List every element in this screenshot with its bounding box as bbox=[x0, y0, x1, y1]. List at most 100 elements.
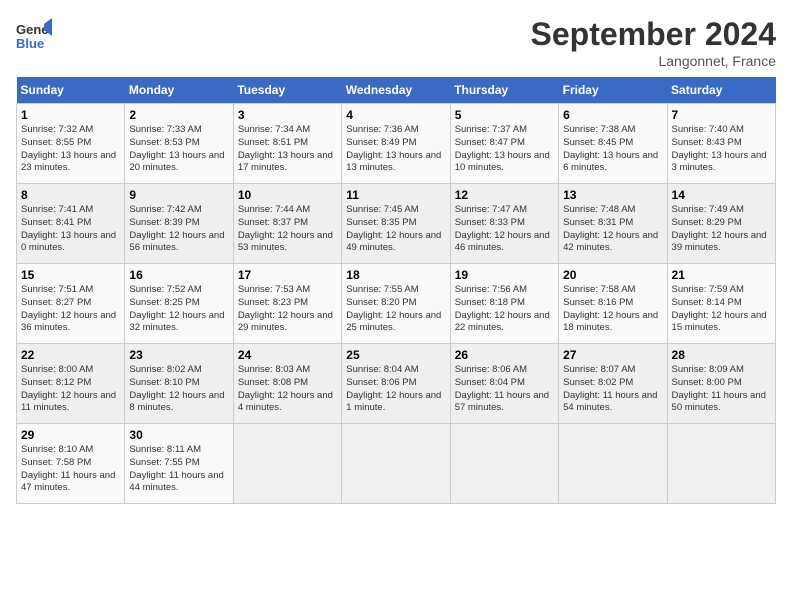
calendar-cell: 15 Sunrise: 7:51 AMSunset: 8:27 PMDaylig… bbox=[17, 264, 125, 344]
calendar-cell bbox=[667, 424, 775, 504]
svg-text:Blue: Blue bbox=[16, 36, 44, 51]
calendar-cell: 20 Sunrise: 7:58 AMSunset: 8:16 PMDaylig… bbox=[559, 264, 667, 344]
calendar-cell: 13 Sunrise: 7:48 AMSunset: 8:31 PMDaylig… bbox=[559, 184, 667, 264]
calendar-cell: 18 Sunrise: 7:55 AMSunset: 8:20 PMDaylig… bbox=[342, 264, 450, 344]
day-info: Sunrise: 7:45 AMSunset: 8:35 PMDaylight:… bbox=[346, 204, 445, 255]
day-info: Sunrise: 7:55 AMSunset: 8:20 PMDaylight:… bbox=[346, 284, 445, 335]
calendar-cell: 2 Sunrise: 7:33 AMSunset: 8:53 PMDayligh… bbox=[125, 104, 233, 184]
calendar-cell bbox=[342, 424, 450, 504]
day-info: Sunrise: 8:04 AMSunset: 8:06 PMDaylight:… bbox=[346, 364, 445, 415]
day-info: Sunrise: 8:02 AMSunset: 8:10 PMDaylight:… bbox=[129, 364, 228, 415]
calendar-cell: 5 Sunrise: 7:37 AMSunset: 8:47 PMDayligh… bbox=[450, 104, 558, 184]
calendar-table: Sunday Monday Tuesday Wednesday Thursday… bbox=[16, 77, 776, 504]
calendar-cell: 4 Sunrise: 7:36 AMSunset: 8:49 PMDayligh… bbox=[342, 104, 450, 184]
day-number: 27 bbox=[563, 348, 662, 362]
day-number: 14 bbox=[672, 188, 771, 202]
day-info: Sunrise: 7:41 AMSunset: 8:41 PMDaylight:… bbox=[21, 204, 120, 255]
day-number: 28 bbox=[672, 348, 771, 362]
day-number: 25 bbox=[346, 348, 445, 362]
calendar-cell: 8 Sunrise: 7:41 AMSunset: 8:41 PMDayligh… bbox=[17, 184, 125, 264]
month-title: September 2024 bbox=[531, 16, 776, 53]
day-number: 29 bbox=[21, 428, 120, 442]
day-info: Sunrise: 7:40 AMSunset: 8:43 PMDaylight:… bbox=[672, 124, 771, 175]
day-info: Sunrise: 7:52 AMSunset: 8:25 PMDaylight:… bbox=[129, 284, 228, 335]
day-info: Sunrise: 8:11 AMSunset: 7:55 PMDaylight:… bbox=[129, 444, 228, 495]
location: Langonnet, France bbox=[531, 53, 776, 69]
day-number: 11 bbox=[346, 188, 445, 202]
day-number: 6 bbox=[563, 108, 662, 122]
day-info: Sunrise: 7:44 AMSunset: 8:37 PMDaylight:… bbox=[238, 204, 337, 255]
calendar-cell: 12 Sunrise: 7:47 AMSunset: 8:33 PMDaylig… bbox=[450, 184, 558, 264]
day-info: Sunrise: 8:09 AMSunset: 8:00 PMDaylight:… bbox=[672, 364, 771, 415]
day-number: 5 bbox=[455, 108, 554, 122]
calendar-cell: 16 Sunrise: 7:52 AMSunset: 8:25 PMDaylig… bbox=[125, 264, 233, 344]
day-info: Sunrise: 7:59 AMSunset: 8:14 PMDaylight:… bbox=[672, 284, 771, 335]
day-info: Sunrise: 7:42 AMSunset: 8:39 PMDaylight:… bbox=[129, 204, 228, 255]
calendar-cell: 1 Sunrise: 7:32 AMSunset: 8:55 PMDayligh… bbox=[17, 104, 125, 184]
day-number: 10 bbox=[238, 188, 337, 202]
day-info: Sunrise: 7:56 AMSunset: 8:18 PMDaylight:… bbox=[455, 284, 554, 335]
calendar-cell: 11 Sunrise: 7:45 AMSunset: 8:35 PMDaylig… bbox=[342, 184, 450, 264]
day-number: 3 bbox=[238, 108, 337, 122]
col-tuesday: Tuesday bbox=[233, 77, 341, 104]
day-info: Sunrise: 7:32 AMSunset: 8:55 PMDaylight:… bbox=[21, 124, 120, 175]
calendar-row: 29 Sunrise: 8:10 AMSunset: 7:58 PMDaylig… bbox=[17, 424, 776, 504]
calendar-row: 22 Sunrise: 8:00 AMSunset: 8:12 PMDaylig… bbox=[17, 344, 776, 424]
day-info: Sunrise: 8:07 AMSunset: 8:02 PMDaylight:… bbox=[563, 364, 662, 415]
day-info: Sunrise: 7:38 AMSunset: 8:45 PMDaylight:… bbox=[563, 124, 662, 175]
day-info: Sunrise: 7:58 AMSunset: 8:16 PMDaylight:… bbox=[563, 284, 662, 335]
day-number: 21 bbox=[672, 268, 771, 282]
day-number: 17 bbox=[238, 268, 337, 282]
day-number: 15 bbox=[21, 268, 120, 282]
day-info: Sunrise: 7:48 AMSunset: 8:31 PMDaylight:… bbox=[563, 204, 662, 255]
day-info: Sunrise: 7:34 AMSunset: 8:51 PMDaylight:… bbox=[238, 124, 337, 175]
col-monday: Monday bbox=[125, 77, 233, 104]
calendar-cell: 10 Sunrise: 7:44 AMSunset: 8:37 PMDaylig… bbox=[233, 184, 341, 264]
day-number: 22 bbox=[21, 348, 120, 362]
day-number: 16 bbox=[129, 268, 228, 282]
calendar-cell: 27 Sunrise: 8:07 AMSunset: 8:02 PMDaylig… bbox=[559, 344, 667, 424]
day-number: 24 bbox=[238, 348, 337, 362]
col-saturday: Saturday bbox=[667, 77, 775, 104]
calendar-cell: 25 Sunrise: 8:04 AMSunset: 8:06 PMDaylig… bbox=[342, 344, 450, 424]
calendar-cell: 30 Sunrise: 8:11 AMSunset: 7:55 PMDaylig… bbox=[125, 424, 233, 504]
calendar-cell: 19 Sunrise: 7:56 AMSunset: 8:18 PMDaylig… bbox=[450, 264, 558, 344]
calendar-cell: 24 Sunrise: 8:03 AMSunset: 8:08 PMDaylig… bbox=[233, 344, 341, 424]
col-friday: Friday bbox=[559, 77, 667, 104]
day-number: 20 bbox=[563, 268, 662, 282]
day-number: 19 bbox=[455, 268, 554, 282]
logo-icon: General Blue bbox=[16, 16, 52, 52]
day-info: Sunrise: 8:00 AMSunset: 8:12 PMDaylight:… bbox=[21, 364, 120, 415]
day-info: Sunrise: 8:03 AMSunset: 8:08 PMDaylight:… bbox=[238, 364, 337, 415]
title-area: September 2024 Langonnet, France bbox=[531, 16, 776, 69]
day-info: Sunrise: 8:06 AMSunset: 8:04 PMDaylight:… bbox=[455, 364, 554, 415]
day-number: 26 bbox=[455, 348, 554, 362]
calendar-cell: 14 Sunrise: 7:49 AMSunset: 8:29 PMDaylig… bbox=[667, 184, 775, 264]
day-info: Sunrise: 7:49 AMSunset: 8:29 PMDaylight:… bbox=[672, 204, 771, 255]
day-number: 1 bbox=[21, 108, 120, 122]
calendar-cell: 9 Sunrise: 7:42 AMSunset: 8:39 PMDayligh… bbox=[125, 184, 233, 264]
day-info: Sunrise: 7:53 AMSunset: 8:23 PMDaylight:… bbox=[238, 284, 337, 335]
col-thursday: Thursday bbox=[450, 77, 558, 104]
day-info: Sunrise: 7:36 AMSunset: 8:49 PMDaylight:… bbox=[346, 124, 445, 175]
calendar-row: 8 Sunrise: 7:41 AMSunset: 8:41 PMDayligh… bbox=[17, 184, 776, 264]
day-number: 9 bbox=[129, 188, 228, 202]
day-number: 2 bbox=[129, 108, 228, 122]
page-header: General Blue September 2024 Langonnet, F… bbox=[16, 16, 776, 69]
calendar-cell: 26 Sunrise: 8:06 AMSunset: 8:04 PMDaylig… bbox=[450, 344, 558, 424]
calendar-cell bbox=[450, 424, 558, 504]
col-wednesday: Wednesday bbox=[342, 77, 450, 104]
day-number: 7 bbox=[672, 108, 771, 122]
calendar-cell: 17 Sunrise: 7:53 AMSunset: 8:23 PMDaylig… bbox=[233, 264, 341, 344]
calendar-cell: 28 Sunrise: 8:09 AMSunset: 8:00 PMDaylig… bbox=[667, 344, 775, 424]
day-info: Sunrise: 7:51 AMSunset: 8:27 PMDaylight:… bbox=[21, 284, 120, 335]
day-info: Sunrise: 7:47 AMSunset: 8:33 PMDaylight:… bbox=[455, 204, 554, 255]
day-info: Sunrise: 7:37 AMSunset: 8:47 PMDaylight:… bbox=[455, 124, 554, 175]
col-sunday: Sunday bbox=[17, 77, 125, 104]
day-info: Sunrise: 7:33 AMSunset: 8:53 PMDaylight:… bbox=[129, 124, 228, 175]
calendar-cell: 3 Sunrise: 7:34 AMSunset: 8:51 PMDayligh… bbox=[233, 104, 341, 184]
calendar-cell: 21 Sunrise: 7:59 AMSunset: 8:14 PMDaylig… bbox=[667, 264, 775, 344]
day-number: 4 bbox=[346, 108, 445, 122]
calendar-cell: 6 Sunrise: 7:38 AMSunset: 8:45 PMDayligh… bbox=[559, 104, 667, 184]
calendar-cell: 23 Sunrise: 8:02 AMSunset: 8:10 PMDaylig… bbox=[125, 344, 233, 424]
